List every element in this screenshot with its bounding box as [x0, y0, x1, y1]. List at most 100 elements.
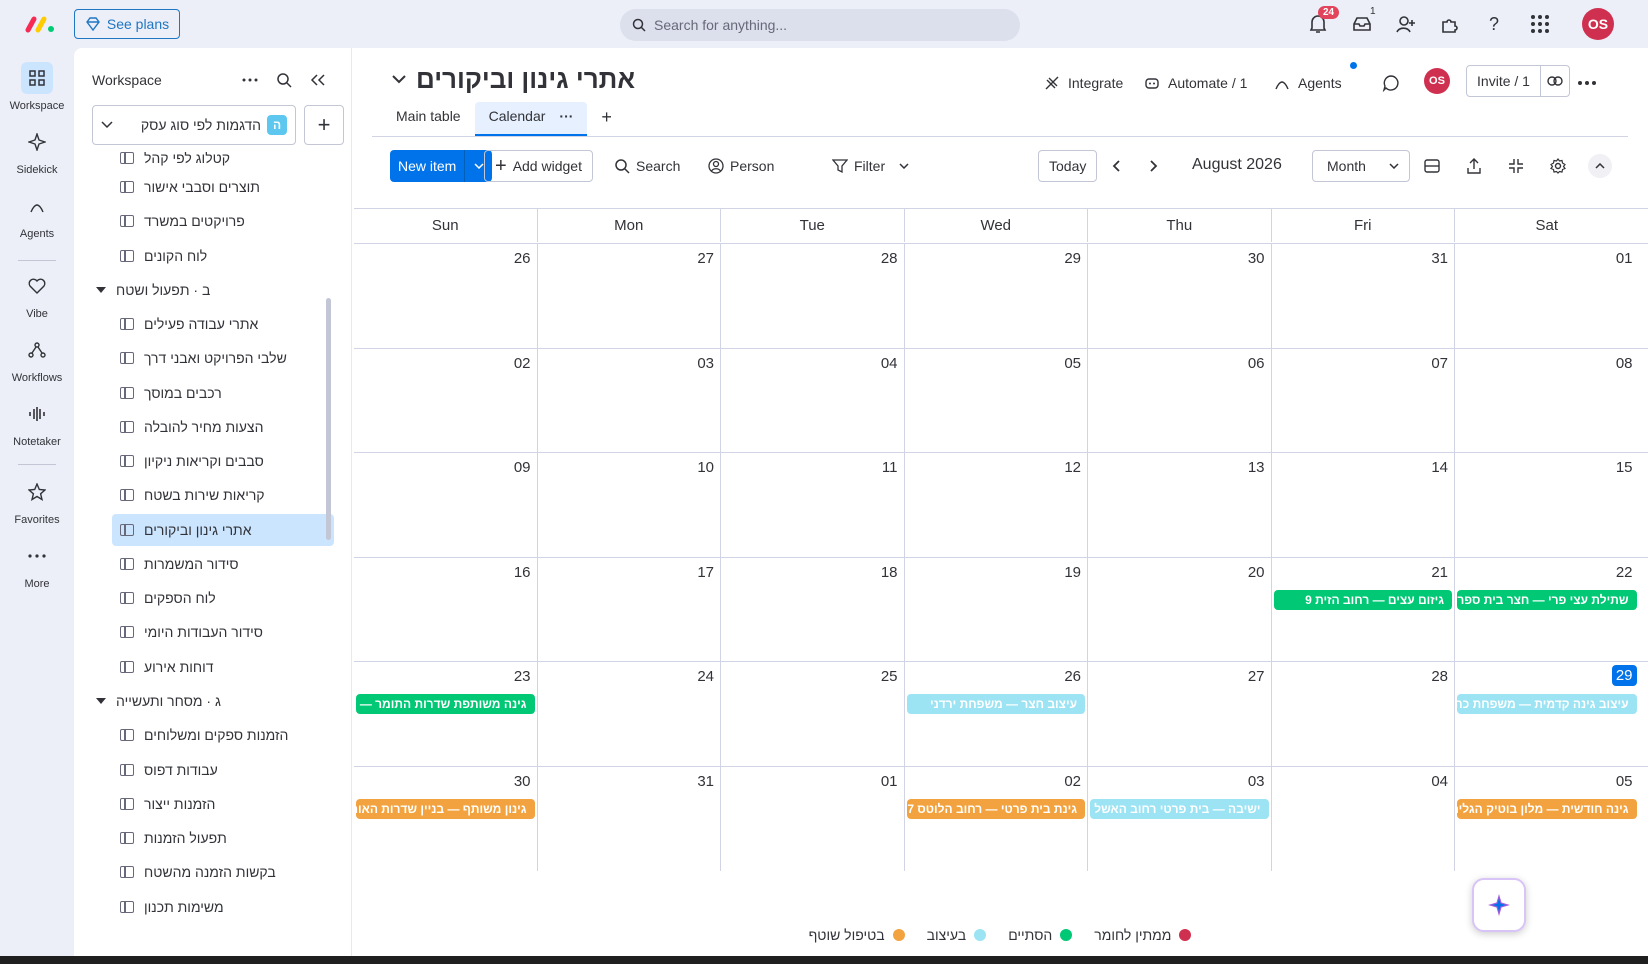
updates-chat-icon[interactable]: [1382, 68, 1400, 98]
workspace-selector[interactable]: ה הדגמות לפי סוג עסק: [92, 105, 296, 145]
tree-board-item[interactable]: פרויקטים במשרד: [112, 205, 334, 237]
tree-board-item[interactable]: תפעול הזמנות: [112, 822, 334, 854]
tree-board-item[interactable]: שלבי הפרויקט ואבני דרך: [112, 342, 334, 374]
calendar-day-cell[interactable]: 15: [1455, 453, 1639, 558]
today-button[interactable]: Today: [1038, 150, 1098, 182]
invite-members-icon[interactable]: [1394, 12, 1418, 36]
rail-sidekick[interactable]: Sidekick: [0, 126, 74, 176]
sidebar-search-icon[interactable]: [272, 68, 296, 92]
calendar-day-cell[interactable]: 02: [354, 348, 538, 453]
calendar-day-cell[interactable]: 02 גינת בית פרטי — רחוב הלוטס 7: [905, 766, 1088, 871]
calendar-day-cell[interactable]: 17: [538, 557, 721, 662]
tree-board-item[interactable]: עבודות דפוס: [112, 754, 334, 786]
calendar-day-cell[interactable]: 05: [905, 348, 1088, 453]
calendar-day-cell[interactable]: 26 עיצוב חצר — משפחת ירדני: [905, 662, 1088, 767]
tree-board-item[interactable]: הזמנות ספקים ומשלוחים: [112, 719, 334, 751]
calendar-day-cell[interactable]: 05 גינה חודשית — מלון בוטיק הגלים: [1455, 767, 1639, 872]
global-search-input[interactable]: Search for anything...: [620, 9, 1020, 41]
calendar-day-cell[interactable]: 04: [721, 348, 905, 453]
calendar-day-cell[interactable]: 26: [354, 244, 538, 349]
rail-agents[interactable]: Agents: [0, 190, 74, 240]
calendar-day-cell[interactable]: 30 גינון משותף — בניין שדרות האורן: [354, 766, 538, 871]
add-item-button[interactable]: +: [304, 105, 344, 145]
new-item-button[interactable]: New item: [390, 150, 493, 182]
collapse-sidebar-icon[interactable]: [306, 68, 330, 92]
calendar-day-cell[interactable]: 03: [538, 348, 721, 453]
person-filter-button[interactable]: Person: [708, 150, 774, 182]
calendar-day-cell[interactable]: 27: [1088, 662, 1272, 767]
calendar-event[interactable]: שתילת עצי פרי — חצר בית ספר: [1457, 589, 1637, 610]
calendar-day-cell[interactable]: 09: [354, 453, 538, 558]
collapse-fullscreen-icon[interactable]: [1508, 150, 1524, 182]
calendar-event[interactable]: גיזום עצים — רחוב הזית 9: [1273, 589, 1452, 610]
board-member-avatar[interactable]: OS: [1424, 68, 1450, 94]
calendar-event[interactable]: ישיבה — בית פרטי רחוב האשל: [1090, 798, 1269, 819]
tab-options-icon[interactable]: ···: [559, 108, 573, 124]
layout-toggle-icon[interactable]: [1424, 150, 1440, 182]
calendar-event[interactable]: עיצוב גינה קדמית — משפחת כהן: [1457, 694, 1637, 714]
calendar-day-cell[interactable]: 28: [1272, 662, 1455, 767]
calendar-day-cell[interactable]: 25: [721, 662, 905, 767]
rail-workflows[interactable]: Workflows: [0, 334, 74, 384]
sidebar-scrollbar[interactable]: [326, 298, 331, 540]
tree-board-item[interactable]: סידור העבודות היומי: [112, 616, 334, 648]
calendar-day-cell[interactable]: 11: [721, 453, 905, 558]
rail-workspace[interactable]: Workspace: [0, 62, 74, 112]
tree-board-item[interactable]: סבבים וקריאות ניקיון: [112, 445, 334, 477]
calendar-event[interactable]: גינה משותפת שדרות התומר —: [356, 694, 535, 714]
automate-button[interactable]: Automate / 1: [1144, 68, 1247, 98]
previous-month-icon[interactable]: [1112, 150, 1120, 182]
settings-gear-icon[interactable]: [1550, 150, 1566, 182]
calendar-day-cell[interactable]: 30: [1088, 244, 1272, 349]
calendar-day-cell[interactable]: 28: [721, 244, 905, 349]
tree-board-item[interactable]: תוצרים וסבבי אישור: [112, 171, 334, 203]
tree-board-item[interactable]: בקשות הזמנה מהשטח: [112, 856, 334, 888]
calendar-day-cell[interactable]: 08: [1455, 349, 1639, 454]
see-plans-button[interactable]: See plans: [74, 9, 180, 39]
tree-folder-operations[interactable]: ב · תפעול ושטח: [96, 274, 334, 306]
tree-board-item[interactable]: לוח הספקים: [112, 582, 334, 614]
search-button[interactable]: Search: [614, 150, 680, 182]
calendar-day-cell[interactable]: 24: [538, 662, 721, 767]
app-switcher-grid-icon[interactable]: [1528, 12, 1552, 36]
calendar-day-cell[interactable]: 22 שתילת עצי פרי — חצר בית ספר: [1455, 558, 1639, 663]
calendar-day-cell[interactable]: 27: [538, 244, 721, 349]
calendar-day-cell[interactable]: 29: [905, 244, 1088, 349]
calendar-event[interactable]: עיצוב חצר — משפחת ירדני: [906, 694, 1085, 714]
chevron-down-icon[interactable]: [899, 163, 909, 169]
rail-more[interactable]: More: [0, 540, 74, 590]
tree-board-item[interactable]: דוחות אירוע: [112, 651, 334, 683]
invite-button[interactable]: Invite / 1: [1466, 65, 1570, 97]
calendar-day-cell[interactable]: 07: [1272, 348, 1455, 453]
inbox-icon[interactable]: 1: [1350, 6, 1376, 36]
calendar-event[interactable]: גינה חודשית — מלון בוטיק הגלים: [1457, 798, 1637, 819]
tree-board-item[interactable]: אתרי עבודה פעילים: [112, 308, 334, 340]
calendar-day-cell[interactable]: 01: [721, 766, 905, 871]
calendar-day-cell[interactable]: 03 ישיבה — בית פרטי רחוב האשל: [1088, 766, 1272, 871]
user-avatar[interactable]: OS: [1582, 8, 1614, 40]
rail-vibe[interactable]: Vibe: [0, 270, 74, 320]
calendar-day-cell[interactable]: 29 עיצוב גינה קדמית — משפחת כהן: [1455, 662, 1639, 767]
tree-board-item[interactable]: הצעות מחיר להובלה: [112, 411, 334, 443]
monday-logo[interactable]: [24, 14, 56, 34]
board-menu-icon[interactable]: [1578, 68, 1596, 98]
filter-button[interactable]: Filter: [832, 150, 909, 182]
tree-board-item[interactable]: קריאות שירות בשטח: [112, 479, 334, 511]
tab-calendar[interactable]: Calendar ···: [474, 102, 588, 136]
calendar-day-cell[interactable]: 20: [1088, 557, 1272, 662]
tree-folder-commerce[interactable]: ג · מסחר ותעשייה: [96, 685, 334, 717]
calendar-view-select[interactable]: Month: [1312, 150, 1410, 182]
calendar-day-cell[interactable]: 14: [1272, 453, 1455, 558]
calendar-day-cell[interactable]: 13: [1088, 453, 1272, 558]
collapse-header-icon[interactable]: [1588, 154, 1612, 178]
agents-button[interactable]: Agents: [1274, 62, 1357, 98]
next-month-icon[interactable]: [1150, 150, 1158, 182]
tab-main-table[interactable]: Main table: [382, 108, 475, 134]
calendar-day-cell[interactable]: 16: [354, 557, 538, 662]
notifications-bell-icon[interactable]: 24: [1306, 6, 1340, 36]
tree-board-item[interactable]: משימות תכנון: [112, 891, 334, 923]
calendar-day-cell[interactable]: 31: [538, 766, 721, 871]
tree-board-item[interactable]: רכבים במוסך: [112, 377, 334, 409]
calendar-event[interactable]: גינון משותף — בניין שדרות האורן: [356, 798, 535, 819]
calendar-day-cell[interactable]: 18: [721, 557, 905, 662]
